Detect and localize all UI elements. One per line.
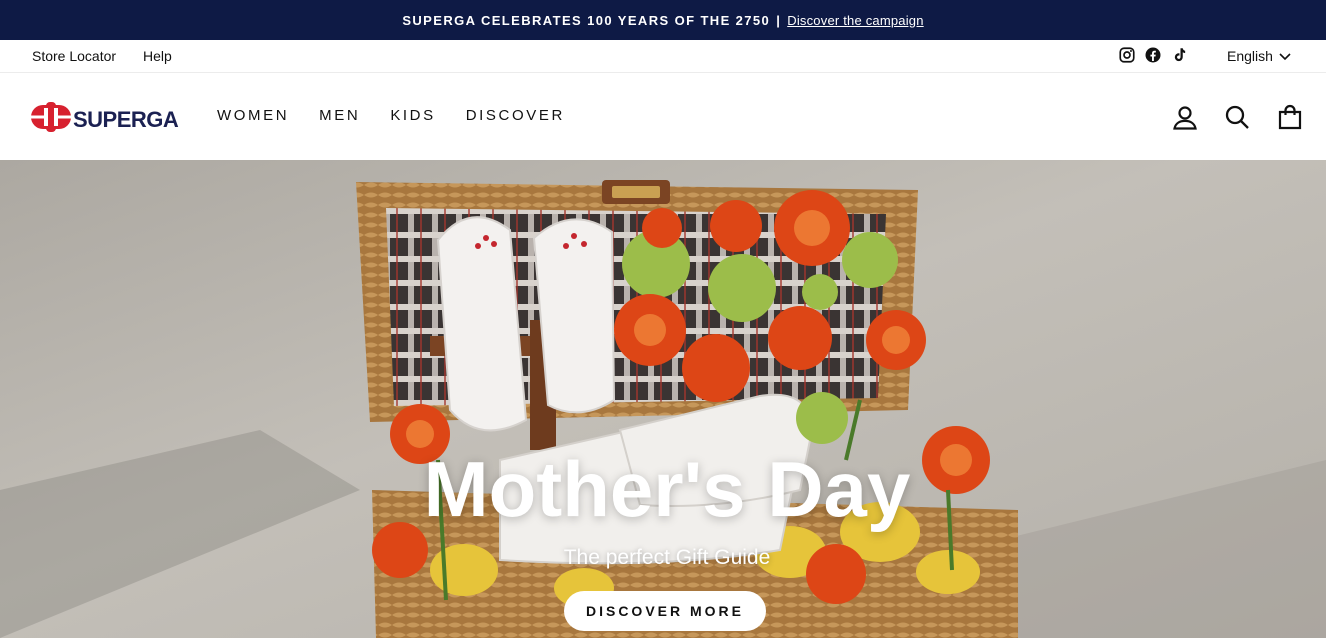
superga-logo-mark-icon bbox=[31, 102, 71, 137]
discover-more-button[interactable]: DISCOVER MORE bbox=[564, 591, 766, 631]
store-locator-link[interactable]: Store Locator bbox=[32, 48, 116, 64]
hero-subtitle: The perfect Gift Guide bbox=[563, 546, 771, 569]
announcement-text: SUPERGA CELEBRATES 100 YEARS OF THE 2750 bbox=[402, 12, 771, 28]
logo-wordmark: SUPERGA bbox=[73, 106, 179, 132]
cart-icon[interactable] bbox=[1277, 104, 1303, 130]
account-icon[interactable] bbox=[1172, 104, 1198, 130]
language-selector[interactable]: English bbox=[1227, 48, 1291, 64]
hero-title: Mother's Day bbox=[423, 445, 911, 533]
announcement-bar: SUPERGA CELEBRATES 100 YEARS OF THE 2750… bbox=[0, 0, 1326, 40]
instagram-icon[interactable] bbox=[1118, 46, 1136, 64]
nav-discover[interactable]: DISCOVER bbox=[466, 107, 565, 124]
discover-campaign-link[interactable]: Discover the campaign bbox=[787, 13, 923, 28]
search-icon[interactable] bbox=[1224, 104, 1250, 130]
facebook-icon[interactable] bbox=[1144, 46, 1162, 64]
announcement-separator: | bbox=[776, 12, 782, 28]
chevron-down-icon bbox=[1279, 48, 1291, 64]
main-nav: WOMEN MEN KIDS DISCOVER bbox=[217, 107, 565, 124]
help-link[interactable]: Help bbox=[143, 48, 172, 64]
language-label: English bbox=[1227, 48, 1273, 64]
hero-banner[interactable]: Mother's Day The perfect Gift Guide DISC… bbox=[0, 160, 1326, 638]
social-links bbox=[1118, 46, 1188, 64]
nav-men[interactable]: MEN bbox=[319, 107, 360, 124]
tiktok-icon[interactable] bbox=[1170, 46, 1188, 64]
nav-women[interactable]: WOMEN bbox=[217, 107, 289, 124]
main-header: SUPERGA WOMEN MEN KIDS DISCOVER bbox=[0, 73, 1326, 160]
utility-bar: Store Locator Help English bbox=[0, 40, 1326, 73]
superga-logo[interactable]: SUPERGA bbox=[31, 102, 179, 137]
nav-kids[interactable]: KIDS bbox=[390, 107, 435, 124]
